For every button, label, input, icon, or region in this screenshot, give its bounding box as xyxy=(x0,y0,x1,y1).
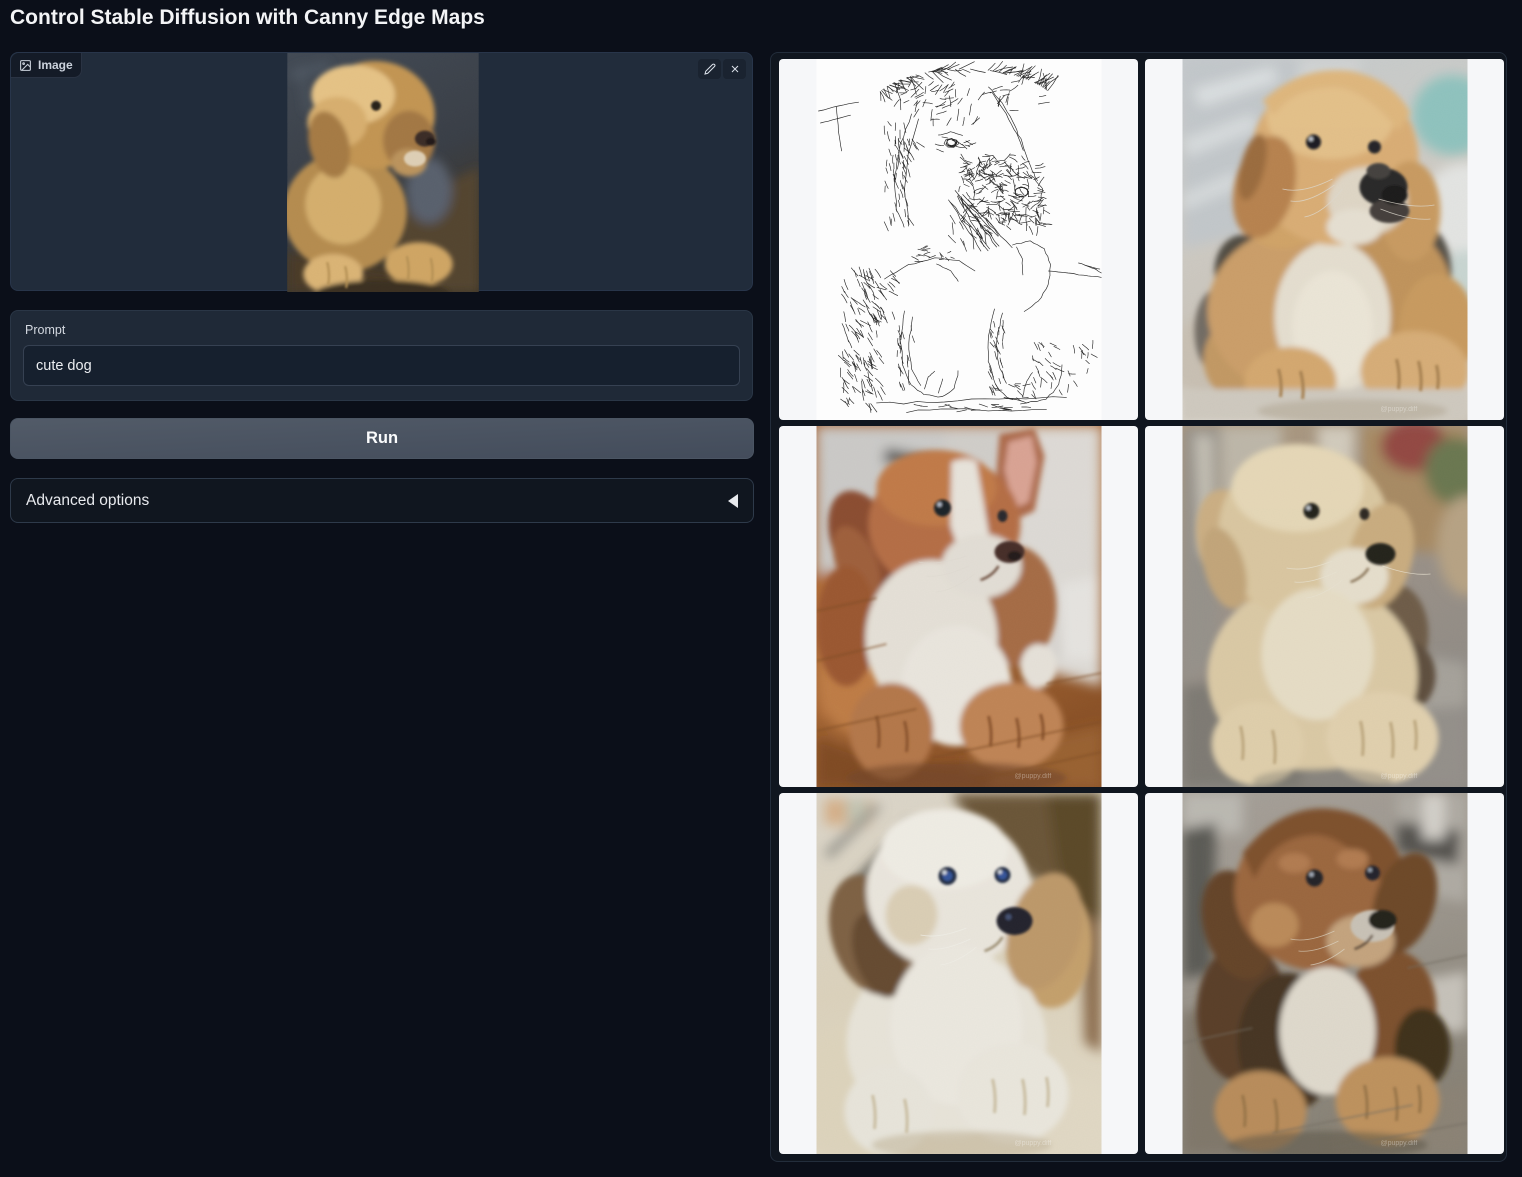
svg-text:@puppy.diff: @puppy.diff xyxy=(1380,406,1417,413)
svg-text:@puppy.diff: @puppy.diff xyxy=(1014,773,1051,780)
svg-text:@puppy.diff: @puppy.diff xyxy=(1014,1140,1051,1147)
svg-text:@puppy.diff: @puppy.diff xyxy=(1380,773,1417,780)
svg-text:@puppy.diff: @puppy.diff xyxy=(1380,1140,1417,1147)
